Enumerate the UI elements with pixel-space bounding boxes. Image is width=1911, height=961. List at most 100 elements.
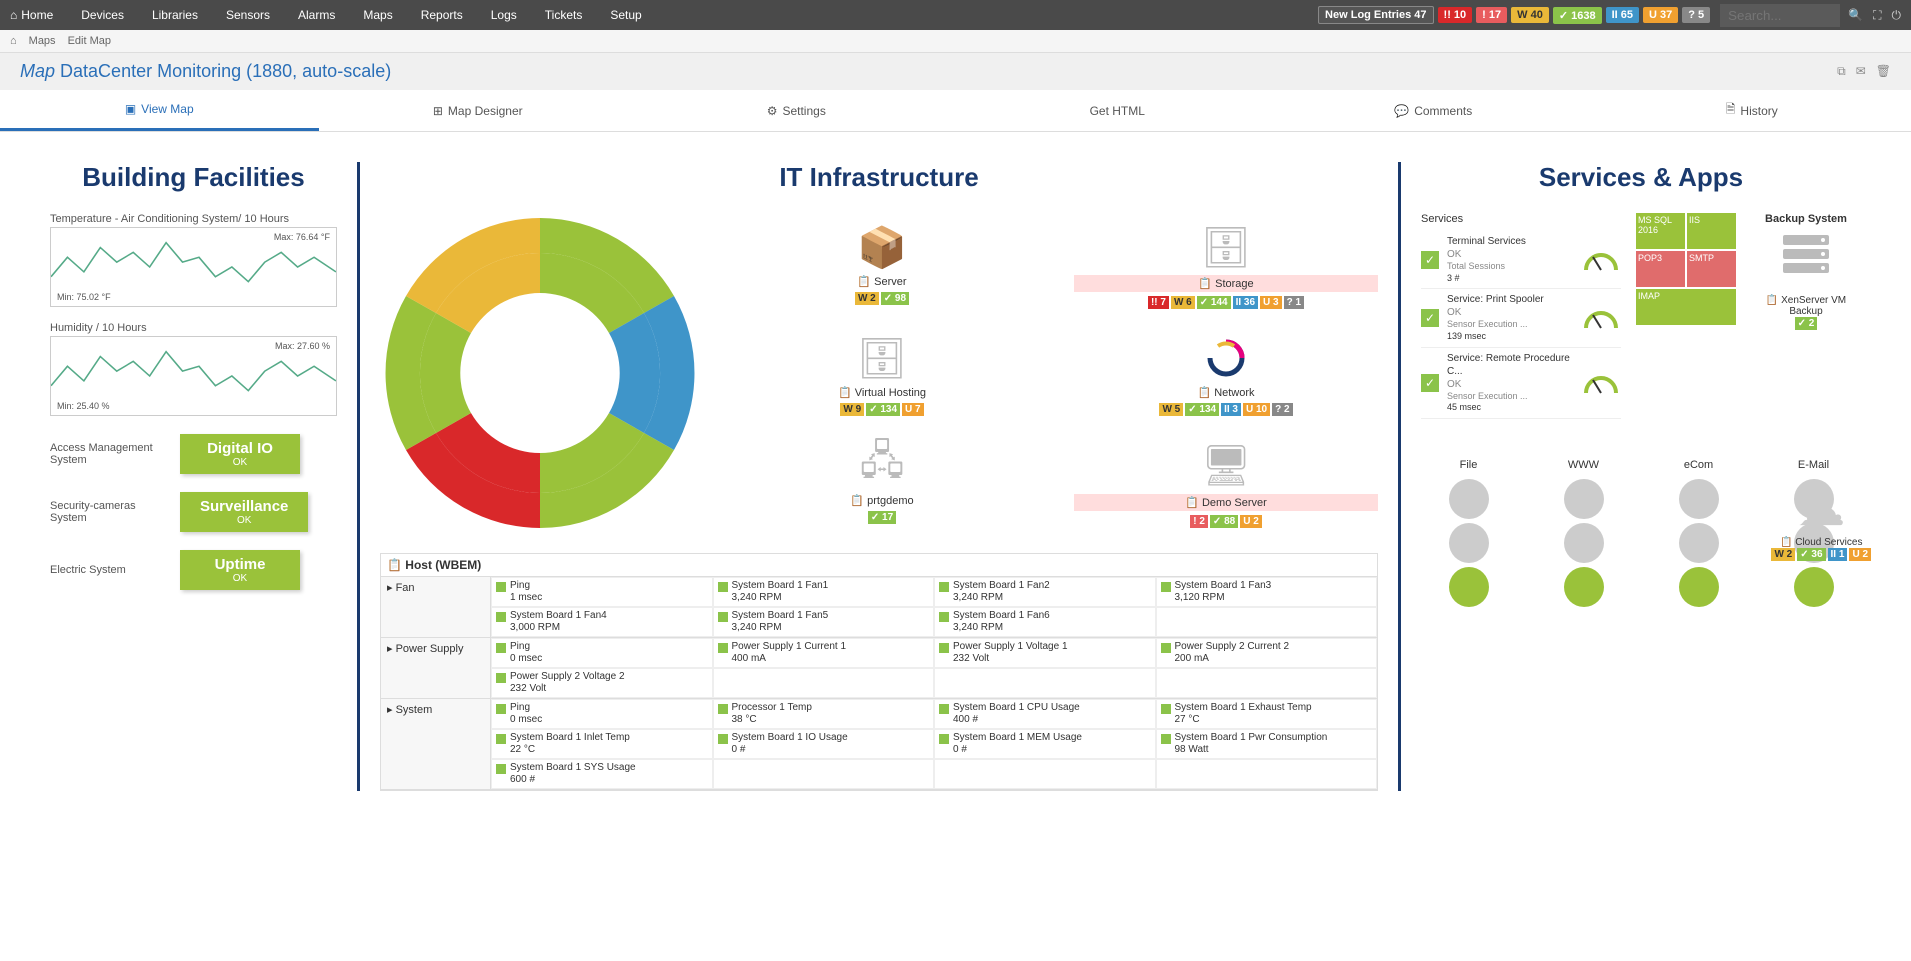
- device-network[interactable]: 📋 Network W 5✓ 134II 3U 10? 2: [1074, 334, 1378, 421]
- status-square-icon: [496, 582, 506, 592]
- sensor-cell[interactable]: System Board 1 Fan63,240 RPM: [934, 607, 1156, 637]
- nav-reports[interactable]: Reports: [421, 8, 463, 22]
- status-badge[interactable]: W 40: [1511, 7, 1549, 23]
- host-category[interactable]: ▸ Power Supply: [381, 638, 491, 698]
- tab-view-map[interactable]: ▣View Map: [0, 90, 319, 131]
- sensor-cell[interactable]: Ping1 msec: [491, 577, 713, 607]
- sensor-cell[interactable]: Power Supply 2 Current 2200 mA: [1156, 638, 1378, 668]
- tab-history[interactable]: 🗎History: [1593, 90, 1911, 131]
- traffic-www[interactable]: WWW: [1564, 459, 1604, 611]
- search-icon[interactable]: 🔍: [1848, 8, 1863, 23]
- treemap-cell[interactable]: MS SQL 2016: [1636, 213, 1685, 249]
- device-server[interactable]: 📦 📋 Server W 2✓ 98: [730, 223, 1034, 314]
- sensor-cell[interactable]: System Board 1 IO Usage0 #: [713, 729, 935, 759]
- main-nav: ⌂Home Devices Libraries Sensors Alarms M…: [10, 8, 1318, 22]
- tab-get-html[interactable]: Get HTML: [956, 90, 1275, 131]
- status-square-icon: [939, 612, 949, 622]
- power-icon[interactable]: ⏻: [1892, 8, 1902, 23]
- check-icon: ✓: [1421, 374, 1439, 392]
- sensor-cell[interactable]: System Board 1 Pwr Consumption98 Watt: [1156, 729, 1378, 759]
- nav-setup[interactable]: Setup: [610, 8, 641, 22]
- service-item[interactable]: ✓ Service: Print SpoolerOKSensor Executi…: [1421, 289, 1621, 347]
- device-storage[interactable]: 🗄 📋 Storage !! 7W 6✓ 144II 36U 3? 1: [1074, 223, 1378, 314]
- traffic-file[interactable]: File: [1449, 459, 1489, 611]
- tab-comments[interactable]: 💬Comments: [1274, 90, 1593, 131]
- breadcrumb-home-icon[interactable]: ⌂: [10, 35, 17, 47]
- service-item[interactable]: ✓ Service: Remote Procedure C...OKSensor…: [1421, 348, 1621, 419]
- nav-home[interactable]: ⌂Home: [10, 8, 53, 22]
- device-grid: 📦 📋 Server W 2✓ 98 🗄 📋 Storage !! 7W 6✓ …: [730, 213, 1378, 533]
- tab-map-designer[interactable]: ⊞Map Designer: [319, 90, 638, 131]
- fullscreen-icon[interactable]: ⛶: [1873, 8, 1881, 23]
- host-row: ▸ Power Supply Ping0 msecPower Supply 1 …: [381, 638, 1377, 699]
- status-badge[interactable]: !! 10: [1438, 7, 1473, 23]
- service-item[interactable]: ✓ Terminal ServicesOKTotal Sessions3 #: [1421, 231, 1621, 289]
- device-badge: W 2: [855, 292, 879, 305]
- sensor-cell[interactable]: System Board 1 CPU Usage400 #: [934, 699, 1156, 729]
- status-badge[interactable]: ! 17: [1476, 7, 1507, 23]
- tab-icon: 💬: [1394, 104, 1409, 118]
- services-treemap[interactable]: MS SQL 2016IISPOP3SMTPIMAP: [1636, 213, 1736, 325]
- nav-logs[interactable]: Logs: [491, 8, 517, 22]
- sensor-cell[interactable]: System Board 1 MEM Usage0 #: [934, 729, 1156, 759]
- device-prtgdemo[interactable]: 🖧 📋 prtgdemo ✓ 17: [730, 442, 1034, 533]
- nav-libraries[interactable]: Libraries: [152, 8, 198, 22]
- sensor-cell[interactable]: System Board 1 Fan23,240 RPM: [934, 577, 1156, 607]
- sensor-cell[interactable]: System Board 1 Exhaust Temp27 °C: [1156, 699, 1378, 729]
- sensor-cell[interactable]: Ping0 msec: [491, 638, 713, 668]
- treemap-cell[interactable]: IIS: [1687, 213, 1736, 249]
- status-badge[interactable]: U 37: [1643, 7, 1678, 23]
- light-icon: [1679, 479, 1719, 519]
- mini-chart[interactable]: Max: 27.60 % Min: 25.40 %: [50, 336, 337, 416]
- sensor-cell[interactable]: System Board 1 Fan13,240 RPM: [713, 577, 935, 607]
- sensor-cell[interactable]: Power Supply 1 Current 1400 mA: [713, 638, 935, 668]
- sensor-cell[interactable]: System Board 1 SYS Usage600 #: [491, 759, 713, 789]
- device-badge: II 3: [1221, 403, 1241, 416]
- sensor-cell[interactable]: Power Supply 1 Voltage 1232 Volt: [934, 638, 1156, 668]
- status-square-icon: [1161, 582, 1171, 592]
- facility-button[interactable]: UptimeOK: [180, 550, 300, 590]
- sensor-cell[interactable]: System Board 1 Fan43,000 RPM: [491, 607, 713, 637]
- sensor-cell[interactable]: System Board 1 Fan53,240 RPM: [713, 607, 935, 637]
- device-virtual-hosting[interactable]: 🗄 📋 Virtual Hosting W 9✓ 134U 7: [730, 334, 1034, 421]
- facility-button[interactable]: Digital IOOK: [180, 434, 300, 474]
- check-icon: ✓: [1421, 251, 1439, 269]
- sunburst-chart[interactable]: [380, 213, 700, 533]
- treemap-cell[interactable]: POP3: [1636, 251, 1685, 287]
- top-nav: ⌂Home Devices Libraries Sensors Alarms M…: [0, 0, 1911, 30]
- nav-tickets[interactable]: Tickets: [545, 8, 583, 22]
- host-category[interactable]: ▸ System: [381, 699, 491, 789]
- mail-icon[interactable]: ✉: [1856, 64, 1866, 79]
- new-log-badge[interactable]: New Log Entries 47: [1318, 6, 1434, 24]
- device-label: 📋 Server: [730, 275, 1034, 288]
- sensor-cell[interactable]: Processor 1 Temp38 °C: [713, 699, 935, 729]
- cloud-name[interactable]: 📋 Cloud Services: [1771, 537, 1871, 548]
- traffic-ecom[interactable]: eCom: [1679, 459, 1719, 611]
- status-square-icon: [718, 582, 728, 592]
- nav-maps[interactable]: Maps: [363, 8, 392, 22]
- nav-alarms[interactable]: Alarms: [298, 8, 335, 22]
- search-input[interactable]: [1720, 4, 1840, 27]
- nav-sensors[interactable]: Sensors: [226, 8, 270, 22]
- status-badge[interactable]: ✓ 1638: [1553, 7, 1602, 24]
- sensor-cell[interactable]: System Board 1 Inlet Temp22 °C: [491, 729, 713, 759]
- status-badge[interactable]: ? 5: [1682, 7, 1710, 23]
- facility-button[interactable]: SurveillanceOK: [180, 492, 308, 532]
- sensor-cell[interactable]: Ping0 msec: [491, 699, 713, 729]
- new-window-icon[interactable]: ⧉: [1837, 64, 1846, 79]
- treemap-cell[interactable]: SMTP: [1687, 251, 1736, 287]
- treemap-cell[interactable]: IMAP: [1636, 289, 1736, 325]
- device-demo-server[interactable]: 🖥 📋 Demo Server ! 2✓ 88U 2: [1074, 442, 1378, 533]
- status-badge[interactable]: II 65: [1606, 7, 1639, 23]
- sensor-cell[interactable]: Power Supply 2 Voltage 2232 Volt: [491, 668, 713, 698]
- breadcrumb-maps[interactable]: Maps: [29, 35, 56, 47]
- backup-item[interactable]: 📋 XenServer VM Backup: [1751, 295, 1861, 317]
- sensor-cell[interactable]: System Board 1 Fan33,120 RPM: [1156, 577, 1378, 607]
- host-category[interactable]: ▸ Fan: [381, 577, 491, 637]
- device-label: 📋 Storage: [1074, 275, 1378, 292]
- tab-settings[interactable]: ⚙Settings: [637, 90, 956, 131]
- delete-icon[interactable]: 🗑: [1876, 64, 1891, 79]
- page-title: Map DataCenter Monitoring (1880, auto-sc…: [20, 61, 391, 82]
- nav-devices[interactable]: Devices: [81, 8, 124, 22]
- mini-chart[interactable]: Max: 76.64 °F Min: 75.02 °F: [50, 227, 337, 307]
